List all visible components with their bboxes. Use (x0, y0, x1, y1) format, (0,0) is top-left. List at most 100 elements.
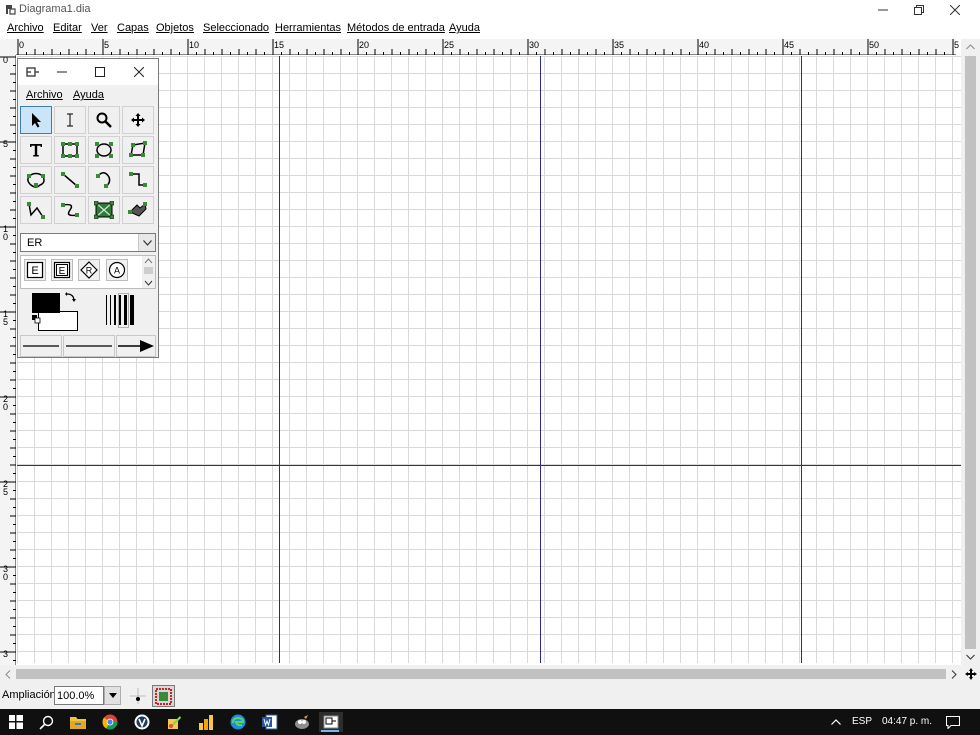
taskbar-paint-app[interactable] (163, 712, 185, 732)
menu-objetos[interactable]: Objetos (156, 22, 194, 34)
taskbar-dia[interactable] (319, 712, 343, 732)
taskbar-gimp-app[interactable] (291, 712, 313, 732)
vertical-scroll-thumb[interactable] (965, 56, 976, 650)
end-arrow-button[interactable] (116, 335, 156, 357)
default-colors-icon[interactable] (32, 315, 42, 325)
tool-scroll[interactable] (122, 106, 154, 134)
tool-zigzag-line[interactable] (122, 166, 154, 194)
menu-ayuda[interactable]: Ayuda (449, 22, 480, 34)
tray-overflow-button[interactable] (825, 712, 847, 732)
menu-archivo[interactable]: Archivo (7, 22, 44, 34)
sheet-scroll-thumb[interactable] (144, 267, 153, 274)
folder-icon (70, 716, 86, 729)
tool-pointer[interactable] (20, 106, 52, 134)
sheet-objects-scrollbar[interactable] (142, 256, 155, 288)
notifications-button[interactable] (942, 712, 964, 732)
scroll-right-button[interactable] (946, 665, 962, 683)
vruler-label: 0 (3, 55, 9, 65)
toolbox-maximize-button[interactable] (92, 64, 108, 80)
swap-colors-icon[interactable] (65, 292, 77, 304)
zoom-dropdown-button[interactable] (104, 686, 121, 705)
search-button[interactable] (35, 712, 57, 732)
snap-to-grid-toggle[interactable] (128, 686, 148, 706)
tool-outline[interactable] (122, 196, 154, 224)
line-width-selector[interactable] (104, 293, 144, 329)
taskbar-bars-app[interactable] (195, 712, 217, 732)
taskbar-active-indicator (321, 730, 339, 732)
er-weak-entity-button[interactable]: E (51, 259, 73, 281)
statusbar: Ampliación (0, 683, 980, 709)
chevron-down-icon (142, 239, 152, 246)
tool-beziergon[interactable] (20, 166, 52, 194)
er-attribute-button[interactable]: A (106, 259, 128, 281)
line-style-button[interactable] (63, 335, 115, 357)
bezier-line-icon (61, 203, 79, 217)
taskbar-chrome[interactable] (99, 712, 121, 732)
taskbar: ESP 04:47 p. m. (0, 709, 980, 735)
clock[interactable]: 04:47 p. m. (882, 716, 932, 727)
menu-herramientas[interactable]: Herramientas (275, 22, 341, 34)
scroll-icon (131, 113, 145, 127)
tool-polygon[interactable] (122, 136, 154, 164)
taskbar-word[interactable] (259, 712, 281, 732)
taskbar-file-explorer[interactable] (67, 712, 89, 732)
taskbar-edge[interactable] (227, 712, 249, 732)
beziergon-icon (27, 172, 45, 188)
outline-icon (128, 202, 147, 217)
menu-metodos-entrada[interactable]: Métodos de entrada (347, 22, 445, 34)
sheet-selector[interactable]: ER (20, 233, 156, 252)
vertical-scrollbar[interactable] (961, 39, 980, 665)
tool-magnify[interactable] (88, 106, 120, 134)
taskbar-app-shield[interactable] (131, 712, 153, 732)
tool-box[interactable] (54, 136, 86, 164)
menu-capas[interactable]: Capas (117, 22, 149, 34)
background-color-swatch[interactable] (38, 311, 78, 331)
scroll-down-button[interactable] (961, 649, 980, 665)
er-relationship-button[interactable]: R (78, 259, 100, 281)
close-icon (134, 67, 144, 77)
polyline-icon (27, 202, 45, 219)
toolbox-menu-ayuda[interactable]: Ayuda (73, 89, 104, 101)
tool-line[interactable] (54, 166, 86, 194)
close-button[interactable] (940, 0, 970, 20)
vertical-ruler: 0 5 1 0 1 5 2 0 2 5 3 0 3 (0, 55, 16, 665)
scroll-left-button[interactable] (0, 665, 16, 683)
tool-text-edit[interactable] (54, 106, 86, 134)
window-titlebar: Diagrama1.dia (0, 0, 980, 20)
start-button[interactable] (5, 712, 27, 732)
tool-text[interactable] (20, 136, 52, 164)
menu-ver[interactable]: Ver (91, 22, 108, 34)
color-area (20, 291, 156, 335)
sheet-dropdown-button[interactable] (138, 234, 155, 251)
tool-image[interactable] (88, 196, 120, 224)
tool-arc[interactable] (88, 166, 120, 194)
vruler-label: 3 0 (3, 564, 9, 582)
navigation-button[interactable] (962, 665, 980, 683)
start-arrow-button[interactable] (20, 335, 62, 357)
horizontal-scrollbar[interactable] (0, 665, 962, 683)
chevron-up-icon (144, 258, 153, 264)
page-break-horizontal (17, 465, 961, 466)
gimp-app-icon (295, 715, 309, 729)
toolbox-menu-archivo[interactable]: Archivo (26, 89, 63, 101)
horizontal-scroll-thumb[interactable] (16, 669, 946, 679)
scroll-up-button[interactable] (961, 39, 980, 55)
tool-bezier-line[interactable] (54, 196, 86, 224)
attribute-glyph: A (114, 266, 120, 276)
tool-ellipse[interactable] (88, 136, 120, 164)
tool-polyline[interactable] (20, 196, 52, 224)
toolbox-minimize-button[interactable] (54, 64, 70, 80)
window-title: Diagrama1.dia (19, 3, 91, 15)
menu-editar[interactable]: Editar (53, 22, 82, 34)
restore-button[interactable] (904, 0, 934, 20)
minimize-button[interactable] (868, 0, 898, 20)
zoom-input[interactable] (54, 686, 104, 705)
menu-seleccionado[interactable]: Seleccionado (203, 22, 269, 34)
arc-icon (96, 172, 111, 188)
snap-to-objects-toggle[interactable] (152, 685, 175, 707)
line-icon (61, 172, 79, 188)
language-indicator[interactable]: ESP (852, 716, 872, 727)
er-entity-button[interactable]: E (24, 259, 46, 281)
foreground-color-swatch[interactable] (32, 293, 60, 313)
toolbox-close-button[interactable] (131, 64, 147, 80)
